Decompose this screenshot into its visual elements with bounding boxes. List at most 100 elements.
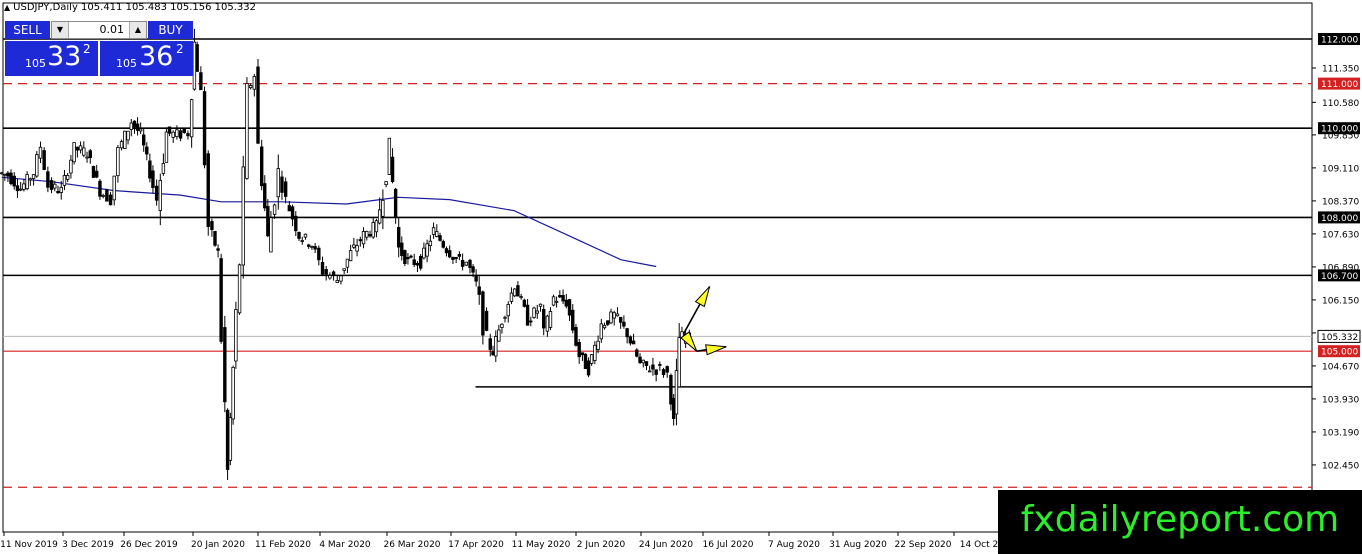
bear-candle xyxy=(95,170,99,178)
bull-candle xyxy=(428,240,433,247)
bull-candle xyxy=(519,296,523,298)
bear-candle xyxy=(628,336,633,344)
lot-size-stepper[interactable]: ▼ 0.01 ▲ xyxy=(51,21,147,39)
bear-candle xyxy=(178,130,183,139)
bear-candle xyxy=(622,321,626,327)
bull-candle xyxy=(599,323,604,340)
bull-candle xyxy=(352,244,356,248)
bear-candle xyxy=(409,255,413,258)
bull-candle xyxy=(269,217,273,253)
bear-candle xyxy=(290,206,295,220)
bull-candle xyxy=(509,292,514,302)
bear-candle xyxy=(574,326,578,346)
bear-candle xyxy=(516,285,520,297)
bear-candle xyxy=(266,205,270,237)
buy-button[interactable]: BUY xyxy=(148,21,193,39)
bull-candle xyxy=(612,312,616,319)
bear-candle xyxy=(393,188,398,217)
bull-candle xyxy=(328,275,332,279)
bear-candle xyxy=(148,160,152,179)
lot-decrease-icon[interactable]: ▼ xyxy=(52,22,69,38)
level-price-label: 106.700 xyxy=(1321,272,1358,282)
x-tick-label: 14 Oct 2 xyxy=(960,540,998,550)
bear-candle xyxy=(441,241,445,248)
bear-candle xyxy=(151,170,155,188)
bear-candle xyxy=(108,194,113,206)
y-tick-label: 109.110 xyxy=(1322,164,1359,174)
bull-candle xyxy=(22,183,26,190)
bear-candle xyxy=(625,328,629,338)
bull-candle xyxy=(123,130,127,149)
sell-button[interactable]: SELL xyxy=(5,21,50,39)
bull-candle xyxy=(335,280,339,283)
x-tick-label: 20 Jan 2020 xyxy=(191,540,245,550)
bear-candle xyxy=(324,269,328,275)
x-tick-label: 7 Aug 2020 xyxy=(768,540,820,550)
bear-candle xyxy=(484,310,489,331)
bull-candle xyxy=(192,41,197,90)
bull-candle xyxy=(237,264,242,314)
bear-candle xyxy=(12,175,16,187)
bear-candle xyxy=(210,221,214,231)
bear-candle xyxy=(6,172,10,177)
bull-candle xyxy=(158,180,163,211)
bull-candle xyxy=(245,83,249,179)
bull-candle xyxy=(82,147,86,156)
bull-candle xyxy=(345,258,350,268)
bear-candle xyxy=(671,397,676,419)
bull-candle xyxy=(59,186,63,193)
bear-candle xyxy=(406,257,410,260)
bull-candle xyxy=(641,359,645,364)
bull-candle xyxy=(234,309,238,362)
bull-candle xyxy=(161,163,166,174)
bull-candle xyxy=(65,174,70,180)
sell-price-fraction: 2 xyxy=(83,42,91,56)
bull-candle xyxy=(609,311,613,324)
x-tick-label: 4 Mar 2020 xyxy=(319,540,371,550)
bull-candle xyxy=(31,174,36,179)
bull-candle xyxy=(72,142,76,163)
bear-candle xyxy=(202,91,207,166)
bear-candle xyxy=(654,369,658,375)
bear-candle xyxy=(577,342,581,358)
bear-candle xyxy=(75,146,80,151)
bull-candle xyxy=(494,336,498,357)
bull-candle xyxy=(53,183,57,189)
lot-size-input[interactable]: 0.01 xyxy=(70,22,128,38)
bull-candle xyxy=(602,324,607,329)
bull-candle xyxy=(18,188,23,191)
bull-candle xyxy=(228,417,233,461)
bear-candle xyxy=(195,44,199,72)
bear-candle xyxy=(225,409,230,470)
collapse-triangle-icon[interactable]: ▲ xyxy=(4,3,10,12)
bull-candle xyxy=(464,261,468,266)
symbol-ohlc-readout: USDJPY,Daily 105.411 105.483 105.156 105… xyxy=(13,2,256,13)
y-tick-label: 110.580 xyxy=(1322,99,1359,109)
bear-candle xyxy=(306,244,311,247)
bull-candle xyxy=(648,370,652,373)
y-tick-label: 103.190 xyxy=(1322,428,1359,438)
bull-candle xyxy=(503,316,507,319)
bear-candle xyxy=(580,352,585,356)
lot-increase-icon[interactable]: ▲ xyxy=(129,22,146,38)
bull-candle xyxy=(348,250,353,262)
sell-price-prefix: 105 xyxy=(25,57,46,70)
bull-candle xyxy=(512,288,517,297)
buy-price-quote[interactable]: 105 36 2 xyxy=(100,41,193,76)
bear-candle xyxy=(313,246,317,250)
bull-candle xyxy=(384,181,388,186)
bull-candle xyxy=(589,354,594,364)
bear-candle xyxy=(256,66,260,144)
price-chart[interactable]: 111.350110.580109.850109.110108.370107.6… xyxy=(0,0,1362,554)
bear-candle xyxy=(167,126,172,134)
bull-candle xyxy=(596,340,600,350)
bear-candle xyxy=(199,72,203,91)
bull-candle xyxy=(171,131,175,138)
bear-candle xyxy=(297,231,301,239)
bull-candle xyxy=(35,154,39,177)
bear-candle xyxy=(132,120,137,128)
bear-candle xyxy=(294,215,298,232)
bear-candle xyxy=(259,146,264,187)
sell-price-quote[interactable]: 105 33 2 xyxy=(5,41,98,76)
bull-candle xyxy=(310,245,314,248)
